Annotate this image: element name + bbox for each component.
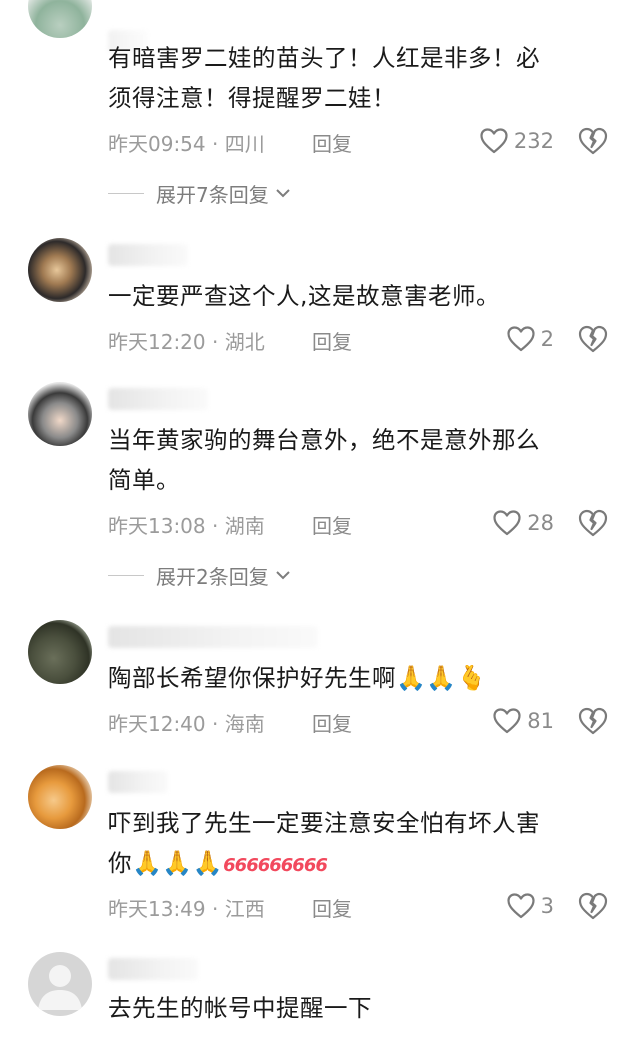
comment-time-location: 昨天12:20 · 湖北 xyxy=(108,330,265,354)
avatar[interactable] xyxy=(28,765,92,829)
comment-text-main: 陶部长希望你保护好先生啊 xyxy=(108,664,396,692)
like-button[interactable]: 81 xyxy=(464,706,554,736)
comment-meta: 昨天12:40 · 海南 回复 81 xyxy=(108,706,640,736)
comment-time-location: 昨天12:40 · 海南 xyxy=(108,712,265,736)
reply-button[interactable]: 回复 xyxy=(312,708,352,737)
divider xyxy=(108,574,144,576)
comment-text: 陶部长希望你保护好先生啊🙏🙏🫰 xyxy=(108,658,608,698)
broken-heart-icon[interactable] xyxy=(578,126,608,156)
reply-button[interactable]: 回复 xyxy=(312,326,352,355)
expand-replies-label: 展开7条回复 xyxy=(156,182,269,207)
comment-text-line: 须得注意！得提醒罗二娃！ xyxy=(108,84,396,112)
username-blurred[interactable] xyxy=(108,626,318,648)
chevron-down-icon xyxy=(276,189,290,198)
reply-button[interactable]: 回复 xyxy=(312,893,352,922)
like-count: 28 xyxy=(527,511,554,535)
like-button[interactable]: 2 xyxy=(464,324,554,354)
comment-text-line: 吓到我了先生一定要注意安全怕有坏人害 xyxy=(108,809,540,837)
broken-heart-icon[interactable] xyxy=(578,891,608,921)
heart-outline-icon xyxy=(493,510,521,536)
comment-text-line: 当年黄家驹的舞台意外，绝不是意外那么 xyxy=(108,426,540,454)
heart-outline-icon xyxy=(480,128,508,154)
reply-button[interactable]: 回复 xyxy=(312,128,352,157)
avatar[interactable] xyxy=(28,0,92,38)
divider xyxy=(108,192,144,194)
like-button[interactable]: 28 xyxy=(464,508,554,538)
comment-text: 当年黄家驹的舞台意外，绝不是意外那么 简单。 xyxy=(108,420,608,500)
heart-outline-icon xyxy=(507,326,535,352)
broken-heart-icon[interactable] xyxy=(578,706,608,736)
reply-button[interactable]: 回复 xyxy=(312,510,352,539)
avatar[interactable] xyxy=(28,952,92,1016)
comment-text: 有暗害罗二娃的苗头了！人红是非多！必 须得注意！得提醒罗二娃！ xyxy=(108,38,608,118)
heart-outline-icon xyxy=(507,893,535,919)
like-count: 2 xyxy=(540,327,554,351)
comment-meta: 昨天13:08 · 湖南 回复 28 xyxy=(108,508,640,538)
comment-text-line: 陶部长希望你保护好先生啊🙏🙏🫰 xyxy=(108,658,608,698)
username-blurred[interactable] xyxy=(108,244,188,266)
like-count: 81 xyxy=(527,709,554,733)
default-avatar-icon xyxy=(38,965,82,1010)
username-blurred[interactable] xyxy=(108,771,168,793)
username-blurred[interactable] xyxy=(108,958,198,980)
heart-outline-icon xyxy=(493,708,521,734)
like-button[interactable]: 232 xyxy=(464,126,554,156)
comment-time-location: 昨天13:08 · 湖南 xyxy=(108,514,265,538)
comment-text-main: 你 xyxy=(108,849,132,877)
comment-text-line: 你🙏🙏🙏666666666 xyxy=(108,843,608,886)
comment-meta: 昨天12:20 · 湖北 回复 2 xyxy=(108,324,640,354)
username-blurred[interactable] xyxy=(108,388,208,410)
expand-replies-button[interactable]: 展开2条回复 xyxy=(108,560,293,590)
comment-time-location: 昨天13:49 · 江西 xyxy=(108,897,265,921)
comment-text-line: 一定要严查这个人,这是故意害老师。 xyxy=(108,282,500,310)
comment-time-location: 昨天09:54 · 四川 xyxy=(108,132,265,156)
comment-text: 吓到我了先生一定要注意安全怕有坏人害 你🙏🙏🙏666666666 xyxy=(108,803,608,886)
chevron-down-icon xyxy=(276,571,290,580)
emoji-group: 🙏🙏🫰 xyxy=(396,664,488,692)
emoji-666-group: 666666666 xyxy=(223,855,328,876)
avatar[interactable] xyxy=(28,382,92,446)
comment-text: 一定要严查这个人,这是故意害老师。 xyxy=(108,276,608,316)
like-count: 3 xyxy=(540,894,554,918)
expand-replies-button[interactable]: 展开7条回复 xyxy=(108,178,293,208)
comment-text-line: 有暗害罗二娃的苗头了！人红是非多！必 xyxy=(108,44,540,72)
broken-heart-icon[interactable] xyxy=(578,324,608,354)
comment-meta: 昨天09:54 · 四川 回复 232 xyxy=(108,126,640,156)
like-button[interactable]: 3 xyxy=(464,891,554,921)
comment-text: 去先生的帐号中提醒一下 xyxy=(108,988,608,1028)
comment-text-line: 去先生的帐号中提醒一下 xyxy=(108,994,372,1022)
avatar[interactable] xyxy=(28,620,92,684)
comment-text-line: 简单。 xyxy=(108,466,180,494)
like-count: 232 xyxy=(513,129,554,153)
emoji-group: 🙏🙏🙏 xyxy=(132,849,224,877)
avatar[interactable] xyxy=(28,238,92,302)
expand-replies-label: 展开2条回复 xyxy=(156,564,269,589)
comment-meta: 昨天13:49 · 江西 回复 3 xyxy=(108,891,640,921)
broken-heart-icon[interactable] xyxy=(578,508,608,538)
